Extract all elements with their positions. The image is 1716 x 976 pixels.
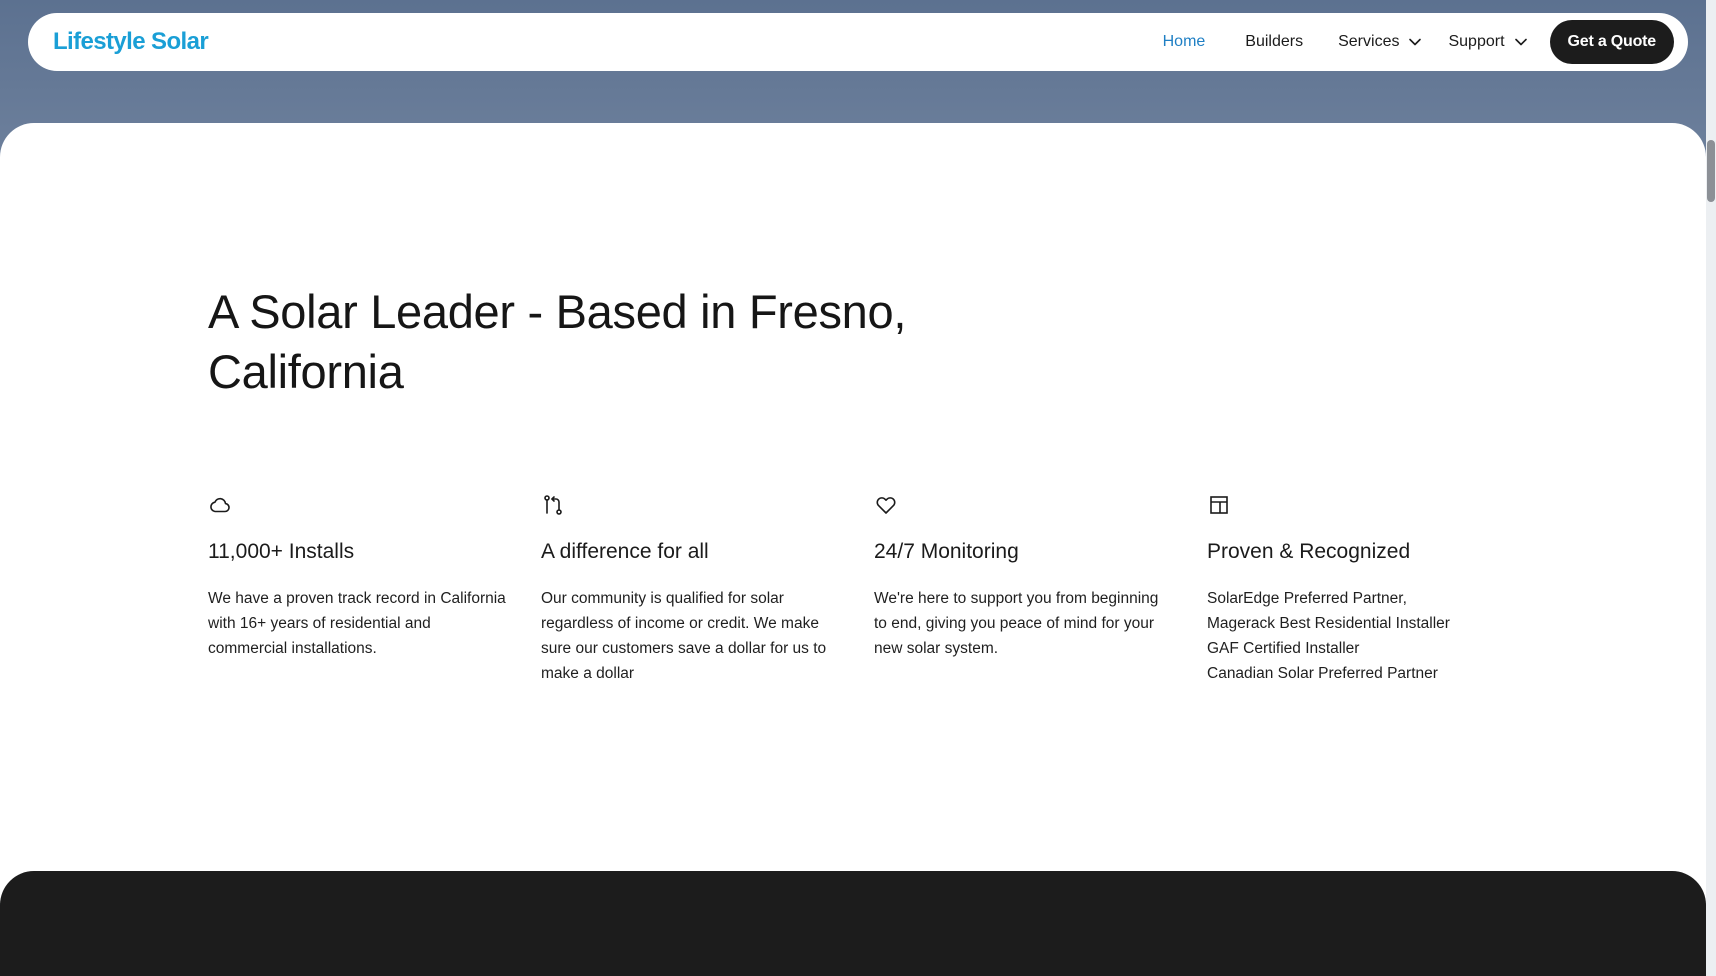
nav-links: Home Builders Services Support Get a Quo…: [1163, 20, 1674, 64]
feature-description: We're here to support you from beginning…: [874, 590, 1159, 657]
feature-installs: 11,000+ Installs We have a proven track …: [208, 493, 508, 661]
nav-item-builders[interactable]: Builders: [1245, 33, 1303, 51]
feature-title: A difference for all: [541, 540, 709, 563]
nav-item-label: Home: [1162, 33, 1206, 50]
layout-icon: [1210, 496, 1228, 514]
git-compare-icon: [544, 495, 562, 515]
feature-description: SolarEdge Preferred Partner, Magerack Be…: [1207, 586, 1507, 686]
feature-title: 11,000+ Installs: [208, 540, 355, 563]
page-title: A Solar Leader - Based in Fresno, Califo…: [208, 285, 907, 398]
nav-item-label: Builders: [1245, 33, 1304, 50]
award-line: Canadian Solar Preferred Partner: [1207, 665, 1438, 682]
nav-item-support[interactable]: Support: [1448, 33, 1527, 51]
scrollbar-thumb[interactable]: [1707, 140, 1715, 202]
heart-icon: [876, 497, 896, 514]
nav-item-label: Services: [1338, 33, 1400, 50]
feature-description: Our community is qualified for solar reg…: [541, 590, 827, 682]
cloud-icon: [210, 497, 230, 513]
dark-section: [0, 871, 1706, 976]
nav-item-home[interactable]: Home: [1163, 33, 1206, 51]
brand-logo[interactable]: Lifestyle Solar: [53, 28, 209, 56]
nav-item-services[interactable]: Services: [1338, 33, 1422, 51]
chevron-down-icon: [1514, 38, 1527, 46]
chevron-down-icon: [1409, 38, 1422, 46]
award-line: SolarEdge Preferred Partner,: [1207, 590, 1407, 607]
feature-monitoring: 24/7 Monitoring We're here to support yo…: [874, 493, 1174, 661]
feature-recognized: Proven & Recognized SolarEdge Preferred …: [1207, 493, 1507, 686]
scrollbar[interactable]: [1706, 0, 1716, 976]
feature-title: 24/7 Monitoring: [874, 540, 1019, 563]
nav-item-label: Support: [1448, 33, 1505, 50]
award-line: Magerack Best Residential Installer: [1207, 615, 1450, 632]
feature-difference: A difference for all Our community is qu…: [541, 493, 841, 686]
feature-title: Proven & Recognized: [1207, 540, 1411, 563]
feature-description: We have a proven track record in Califor…: [208, 590, 506, 657]
navbar: Lifestyle Solar Home Builders Services S…: [28, 13, 1688, 71]
get-quote-button[interactable]: Get a Quote: [1549, 20, 1674, 64]
award-line: GAF Certified Installer: [1207, 640, 1360, 657]
